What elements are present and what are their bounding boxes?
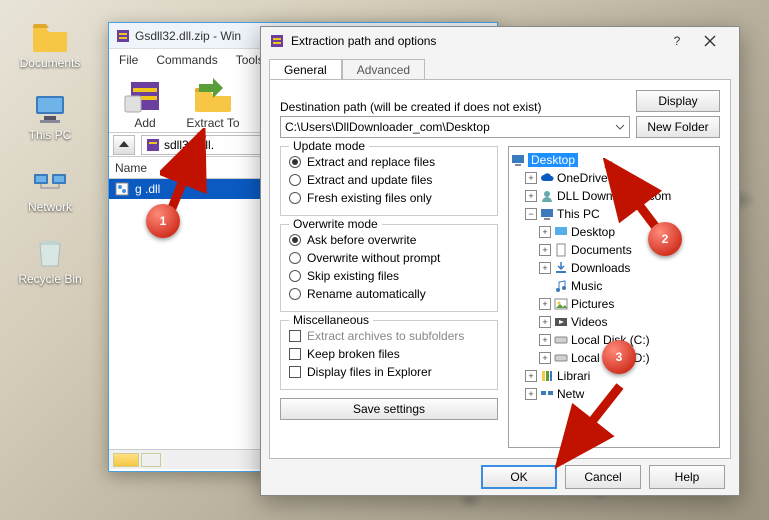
documents-icon: [554, 243, 568, 257]
label: This PC: [10, 128, 90, 142]
up-button[interactable]: [113, 135, 135, 155]
toolbar-add[interactable]: Add: [117, 76, 173, 130]
desktop-icon-thispc[interactable]: This PC: [10, 90, 90, 142]
cloud-icon: [540, 171, 554, 185]
display-button[interactable]: Display: [636, 90, 720, 112]
downloads-icon: [554, 261, 568, 275]
label: Recycle Bin: [10, 272, 90, 286]
chevron-down-icon: [615, 122, 625, 132]
label: Documents: [10, 56, 90, 70]
status-indicator: [113, 453, 139, 467]
label: Add: [134, 116, 155, 130]
close-icon: [704, 35, 716, 47]
new-folder-button[interactable]: New Folder: [636, 116, 720, 138]
radio-extract-update[interactable]: Extract and update files: [289, 171, 489, 189]
annotation-1: 1: [146, 204, 180, 238]
winrar-icon: [115, 28, 131, 44]
ok-button[interactable]: OK: [481, 465, 557, 489]
menu-file[interactable]: File: [119, 53, 138, 67]
overwrite-mode-group: Overwrite mode Ask before overwrite Over…: [280, 224, 498, 312]
pc-icon: [540, 207, 554, 221]
dest-value: C:\Users\DllDownloader_com\Desktop: [285, 120, 490, 134]
status-indicator-2: [141, 453, 161, 467]
tab-advanced[interactable]: Advanced: [342, 59, 425, 80]
disk-icon: [554, 333, 568, 347]
dll-icon: [115, 182, 129, 196]
tree-node-downloads[interactable]: +Downloads: [539, 259, 717, 277]
annotation-3: 3: [602, 340, 636, 374]
help-button[interactable]: ?: [659, 28, 695, 54]
desktop-icon-network[interactable]: Network: [10, 162, 90, 214]
dialog-footer: OK Cancel Help: [261, 459, 739, 495]
tree-node-music[interactable]: Music: [539, 277, 717, 295]
winrar-icon: [269, 33, 285, 49]
radio-ask-overwrite[interactable]: Ask before overwrite: [289, 231, 489, 249]
dialog-title: Extraction path and options: [291, 34, 436, 48]
tab-general[interactable]: General: [269, 59, 342, 80]
file-name: g .dll: [135, 182, 160, 196]
tree-node-videos[interactable]: +Videos: [539, 313, 717, 331]
annotation-2: 2: [648, 222, 682, 256]
check-display-explorer[interactable]: Display files in Explorer: [289, 363, 489, 381]
dest-label: Destination path (will be created if doe…: [280, 100, 630, 114]
desktop-folder-icon: [554, 225, 568, 239]
radio-overwrite-noprompt[interactable]: Overwrite without prompt: [289, 249, 489, 267]
extraction-dialog: Extraction path and options ? General Ad…: [260, 26, 740, 496]
update-mode-group: Update mode Extract and replace files Ex…: [280, 146, 498, 216]
pictures-icon: [554, 297, 568, 311]
radio-rename-auto[interactable]: Rename automatically: [289, 285, 489, 303]
radio-extract-replace[interactable]: Extract and replace files: [289, 153, 489, 171]
music-icon: [554, 279, 568, 293]
help-button[interactable]: Help: [649, 465, 725, 489]
toolbar-extract-to[interactable]: Extract To: [185, 76, 241, 130]
save-settings-button[interactable]: Save settings: [280, 398, 498, 420]
destination-path-input[interactable]: C:\Users\DllDownloader_com\Desktop: [280, 116, 630, 138]
check-archives-subfolders[interactable]: Extract archives to subfolders: [289, 327, 489, 345]
annotation-arrow-3: [552, 380, 632, 470]
radio-skip-existing[interactable]: Skip existing files: [289, 267, 489, 285]
disk-icon: [554, 351, 568, 365]
window-title: Gsdll32.dll.zip - Win: [135, 29, 241, 43]
misc-group: Miscellaneous Extract archives to subfol…: [280, 320, 498, 390]
user-icon: [540, 189, 554, 203]
question-icon: ?: [674, 34, 681, 48]
check-keep-broken[interactable]: Keep broken files: [289, 345, 489, 363]
dialog-body: Destination path (will be created if doe…: [269, 79, 731, 459]
menu-commands[interactable]: Commands: [156, 53, 217, 67]
archive-icon: [146, 138, 160, 152]
tree-node-pictures[interactable]: +Pictures: [539, 295, 717, 313]
dialog-titlebar[interactable]: Extraction path and options ?: [261, 27, 739, 55]
desktop-icon-documents[interactable]: Documents: [10, 18, 90, 70]
close-button[interactable]: [695, 28, 731, 54]
radio-fresh-only[interactable]: Fresh existing files only: [289, 189, 489, 207]
label: Network: [10, 200, 90, 214]
desktop-icon: [511, 153, 525, 167]
tree-node-documents[interactable]: +Documents: [539, 241, 717, 259]
videos-icon: [554, 315, 568, 329]
dialog-tabs: General Advanced: [261, 55, 739, 79]
desktop-icon-recyclebin[interactable]: Recycle Bin: [10, 234, 90, 286]
